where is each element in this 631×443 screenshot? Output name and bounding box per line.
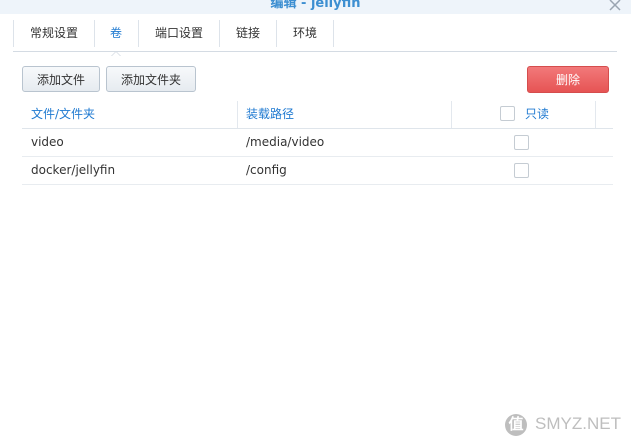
- watermark-logo-icon: 值: [505, 414, 528, 436]
- tab-label: 卷: [109, 26, 122, 40]
- volume-table: 文件/文件夹 装载路径 只读 video /media/video docker…: [22, 101, 613, 185]
- dialog-title: 编辑 - jellyfin: [270, 0, 361, 11]
- file-cell: docker/jellyfin: [31, 163, 116, 177]
- tab-label: 链接: [235, 26, 260, 40]
- tab-label: 环境: [292, 26, 317, 40]
- column-divider: [451, 101, 452, 128]
- readonly-checkbox[interactable]: [514, 163, 529, 178]
- watermark-text: SMYZ.NET: [535, 414, 621, 433]
- watermark: 值 SMYZ.NET: [505, 409, 621, 439]
- edit-dialog: 编辑 - jellyfin 常规设置 卷 端口设置 链接 环境 添加文件 添加文…: [0, 0, 631, 443]
- tab-label: 常规设置: [29, 26, 78, 40]
- table-row[interactable]: docker/jellyfin /config: [22, 157, 613, 185]
- add-file-button[interactable]: 添加文件: [22, 66, 100, 92]
- tab-bar: 常规设置 卷 端口设置 链接 环境: [13, 20, 617, 56]
- tab-environment[interactable]: 环境: [277, 20, 334, 47]
- add-folder-button[interactable]: 添加文件夹: [106, 66, 196, 92]
- column-header-readonly[interactable]: 只读: [525, 101, 585, 128]
- column-header-file[interactable]: 文件/文件夹: [31, 101, 231, 128]
- tab-general-settings[interactable]: 常规设置: [13, 20, 95, 47]
- table-header: 文件/文件夹 装载路径 只读: [22, 101, 613, 129]
- column-divider: [237, 101, 238, 128]
- readonly-select-all-checkbox[interactable]: [500, 106, 515, 121]
- readonly-checkbox[interactable]: [514, 135, 529, 150]
- close-icon[interactable]: [607, 0, 623, 13]
- file-cell: video: [31, 135, 64, 149]
- active-tab-indicator: [111, 51, 121, 56]
- title-bar: 编辑 - jellyfin: [0, 0, 631, 14]
- column-divider: [595, 101, 596, 128]
- column-header-mount-path[interactable]: 装载路径: [246, 101, 446, 128]
- tab-volume[interactable]: 卷: [94, 20, 139, 56]
- table-row[interactable]: video /media/video: [22, 129, 613, 157]
- mount-path-cell: /config: [246, 163, 287, 177]
- tab-port-settings[interactable]: 端口设置: [139, 20, 220, 47]
- tab-label: 端口设置: [154, 26, 203, 40]
- delete-button[interactable]: 删除: [527, 66, 609, 93]
- mount-path-cell: /media/video: [246, 135, 325, 149]
- tab-links[interactable]: 链接: [220, 20, 277, 47]
